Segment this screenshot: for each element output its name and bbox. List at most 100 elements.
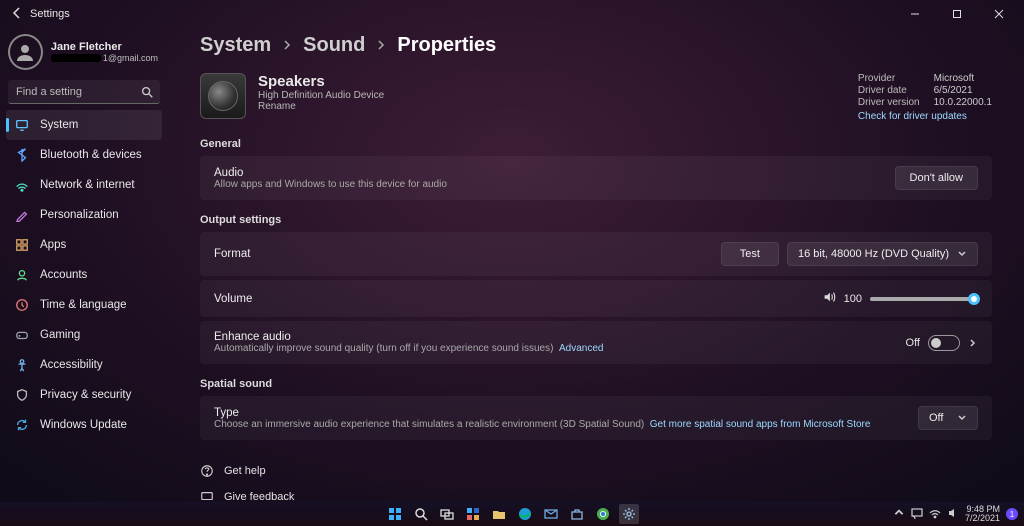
accessibility-icon	[14, 357, 30, 373]
sidebar-item-system[interactable]: System	[6, 110, 162, 140]
volume-title: Volume	[214, 293, 822, 305]
chevron-down-icon	[957, 413, 967, 423]
tray-date[interactable]: 7/2/2021	[965, 514, 1000, 523]
time-icon	[14, 297, 30, 313]
volume-slider[interactable]	[870, 297, 978, 301]
user-email-suffix: 1@gmail.com	[103, 53, 158, 63]
tray-cast-icon[interactable]	[911, 507, 923, 521]
sidebar-item-label: Gaming	[40, 329, 80, 341]
sidebar-item-label: Accounts	[40, 269, 87, 281]
network-icon	[14, 177, 30, 193]
widgets-icon[interactable]	[463, 504, 483, 524]
driver-date-label: Driver date	[858, 85, 920, 96]
sidebar-item-bluetooth[interactable]: Bluetooth & devices	[6, 140, 162, 170]
chevron-right-icon[interactable]	[968, 338, 978, 348]
update-icon	[14, 417, 30, 433]
explorer-icon[interactable]	[489, 504, 509, 524]
sidebar-item-label: Time & language	[40, 299, 127, 311]
settings-taskbar-icon[interactable]	[619, 504, 639, 524]
section-general: General	[200, 138, 992, 150]
accounts-icon	[14, 267, 30, 283]
provider-label: Provider	[858, 73, 920, 84]
device-subtitle: High Definition Audio Device	[258, 90, 384, 101]
sidebar-item-personalization[interactable]: Personalization	[6, 200, 162, 230]
speaker-device-icon	[200, 73, 246, 119]
tray-wifi-icon[interactable]	[929, 507, 941, 521]
search-box[interactable]	[8, 80, 160, 104]
spatial-card: Type Choose an immersive audio experienc…	[200, 396, 992, 440]
breadcrumb: System Sound Properties	[200, 28, 992, 73]
main-panel: System Sound Properties Speakers High De…	[168, 28, 1024, 500]
tray-chevron-icon[interactable]	[893, 507, 905, 521]
user-name: Jane Fletcher	[51, 41, 158, 53]
sidebar-item-apps[interactable]: Apps	[6, 230, 162, 260]
minimize-button[interactable]	[894, 0, 936, 28]
format-dropdown[interactable]: 16 bit, 48000 Hz (DVD Quality)	[787, 242, 978, 266]
check-driver-updates-link[interactable]: Check for driver updates	[858, 111, 992, 122]
audio-card: Audio Allow apps and Windows to use this…	[200, 156, 992, 200]
audio-title: Audio	[214, 167, 895, 179]
edge-icon[interactable]	[515, 504, 535, 524]
spatial-sub: Choose an immersive audio experience tha…	[214, 419, 918, 430]
sidebar-item-time[interactable]: Time & language	[6, 290, 162, 320]
sidebar-item-gaming[interactable]: Gaming	[6, 320, 162, 350]
spatial-value: Off	[929, 412, 943, 424]
user-email-redacted	[51, 54, 101, 62]
spatial-dropdown[interactable]: Off	[918, 406, 978, 430]
sidebar-item-accounts[interactable]: Accounts	[6, 260, 162, 290]
sidebar-item-label: Network & internet	[40, 179, 135, 191]
help-icon	[200, 464, 214, 478]
enhance-sub: Automatically improve sound quality (tur…	[214, 343, 906, 354]
start-button[interactable]	[385, 504, 405, 524]
system-icon	[14, 117, 30, 133]
test-button[interactable]: Test	[721, 242, 779, 266]
sidebar-item-accessibility[interactable]: Accessibility	[6, 350, 162, 380]
notification-badge[interactable]: 1	[1006, 508, 1018, 520]
apps-icon	[14, 237, 30, 253]
enhance-toggle[interactable]	[928, 335, 960, 351]
task-view-icon[interactable]	[437, 504, 457, 524]
search-input[interactable]	[8, 80, 160, 104]
give-feedback-link[interactable]: Give feedback	[200, 484, 992, 500]
sidebar-item-label: Apps	[40, 239, 66, 251]
sidebar-item-label: System	[40, 119, 78, 131]
enhance-advanced-link[interactable]: Advanced	[559, 343, 603, 354]
search-icon	[140, 85, 154, 99]
dont-allow-button[interactable]: Don't allow	[895, 166, 978, 190]
mail-icon[interactable]	[541, 504, 561, 524]
enhance-card[interactable]: Enhance audio Automatically improve soun…	[200, 321, 992, 364]
device-name: Speakers	[258, 73, 384, 90]
section-output: Output settings	[200, 214, 992, 226]
sidebar-item-network[interactable]: Network & internet	[6, 170, 162, 200]
sidebar-item-update[interactable]: Windows Update	[6, 410, 162, 440]
sidebar-item-label: Personalization	[40, 209, 119, 221]
close-button[interactable]	[978, 0, 1020, 28]
gaming-icon	[14, 327, 30, 343]
breadcrumb-system[interactable]: System	[200, 34, 271, 57]
back-icon[interactable]	[10, 5, 26, 24]
chevron-right-icon	[375, 34, 387, 57]
provider-value: Microsoft	[934, 73, 992, 84]
get-help-link[interactable]: Get help	[200, 458, 992, 484]
taskbar-search-icon[interactable]	[411, 504, 431, 524]
rename-link[interactable]: Rename	[258, 101, 384, 112]
chevron-down-icon	[957, 249, 967, 259]
sidebar-item-label: Accessibility	[40, 359, 103, 371]
sidebar-item-privacy[interactable]: Privacy & security	[6, 380, 162, 410]
user-block[interactable]: Jane Fletcher 1@gmail.com	[6, 30, 162, 78]
chrome-icon[interactable]	[593, 504, 613, 524]
breadcrumb-current: Properties	[397, 34, 496, 57]
volume-icon[interactable]	[822, 290, 836, 307]
volume-value: 100	[844, 293, 862, 305]
titlebar: Settings	[0, 0, 1024, 28]
breadcrumb-sound[interactable]: Sound	[303, 34, 365, 57]
store-icon[interactable]	[567, 504, 587, 524]
spatial-store-link[interactable]: Get more spatial sound apps from Microso…	[650, 419, 871, 430]
tray-volume-icon[interactable]	[947, 507, 959, 521]
volume-card: Volume 100	[200, 280, 992, 317]
slider-knob[interactable]	[968, 293, 980, 305]
maximize-button[interactable]	[936, 0, 978, 28]
format-title: Format	[214, 248, 721, 260]
taskbar: 9:48 PM 7/2/2021 1	[0, 502, 1024, 526]
enhance-state: Off	[906, 337, 920, 349]
